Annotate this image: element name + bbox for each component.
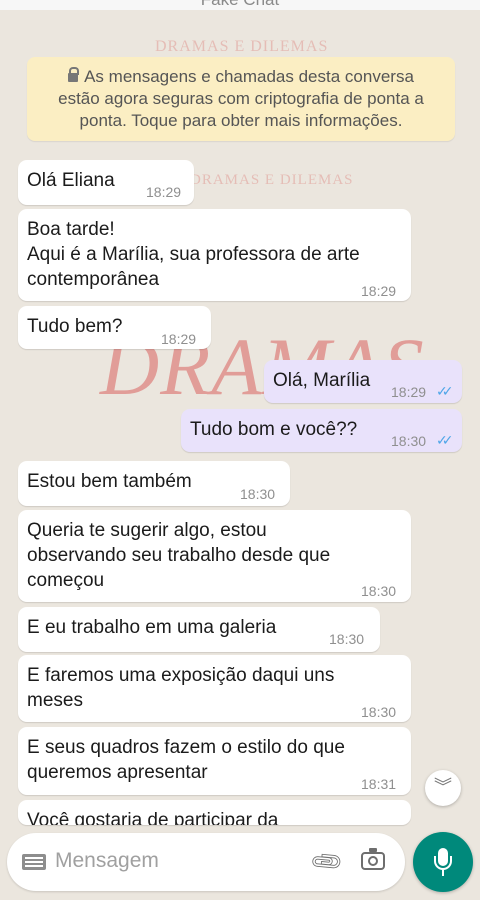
paperclip-icon[interactable]: 📎︎ xyxy=(308,843,346,881)
camera-icon[interactable] xyxy=(361,848,385,870)
message-text: E seus quadros fazem o estilo do que que… xyxy=(27,737,345,783)
message-bubble-outgoing[interactable]: Olá, Marília 18:29 ✓✓ xyxy=(264,360,462,403)
message-text: Tudo bom e você?? xyxy=(190,419,358,440)
watermark-text: DRAMAS E DILEMAS xyxy=(190,172,354,188)
message-bubble-incoming[interactable]: Você gostaria de participar da xyxy=(18,800,411,825)
message-text: Você gostaria de participar da xyxy=(27,810,279,825)
scroll-to-bottom-button[interactable]: ︾ xyxy=(425,770,461,806)
message-time: 18:30 xyxy=(240,486,276,502)
message-time: 18:30 xyxy=(391,433,427,449)
notice-line-3: ponta. Toque para obter mais informações… xyxy=(79,111,403,130)
message-composer[interactable]: Mensagem 📎︎ xyxy=(7,833,405,891)
message-bubble-incoming[interactable]: Tudo bem? 18:29 xyxy=(18,306,211,349)
chat-title: Fake Chat xyxy=(0,0,480,10)
message-text: Olá, Marília xyxy=(273,370,371,391)
message-time: 18:29 xyxy=(161,331,197,347)
message-text: Boa tarde! Aqui é a Marília, sua profess… xyxy=(27,219,360,290)
watermark-text: DRAMAS E DILEMAS xyxy=(155,38,329,55)
notice-line-2: estão agora seguras com criptografia de … xyxy=(58,89,424,108)
message-time: 18:29 xyxy=(146,184,182,200)
message-bubble-incoming[interactable]: Olá Eliana 18:29 xyxy=(18,160,194,205)
keyboard-icon[interactable] xyxy=(22,854,46,870)
message-time: 18:30 xyxy=(329,631,365,647)
double-chevron-down-icon: ︾ xyxy=(434,777,452,797)
message-text: E eu trabalho em uma galeria xyxy=(27,617,277,638)
message-bubble-incoming[interactable]: E eu trabalho em uma galeria 18:30 xyxy=(18,607,380,652)
double-check-icon: ✓✓ xyxy=(436,432,454,448)
app-header: Fake Chat xyxy=(0,0,480,10)
message-time: 18:31 xyxy=(361,776,397,792)
message-time: 18:29 xyxy=(391,384,427,400)
message-bubble-incoming[interactable]: E seus quadros fazem o estilo do que que… xyxy=(18,727,411,795)
message-bubble-incoming[interactable]: Queria te sugerir algo, estou observando… xyxy=(18,510,411,602)
lock-icon xyxy=(68,67,80,82)
message-bubble-outgoing[interactable]: Tudo bom e você?? 18:30 ✓✓ xyxy=(181,409,462,452)
message-text: E faremos uma exposição daqui uns meses xyxy=(27,665,335,711)
message-text: Olá Eliana xyxy=(27,170,115,191)
double-check-icon: ✓✓ xyxy=(436,383,454,399)
message-bubble-incoming[interactable]: Estou bem também 18:30 xyxy=(18,461,290,506)
encryption-notice[interactable]: As mensagens e chamadas desta conversa e… xyxy=(27,57,455,141)
notice-line-1: As mensagens e chamadas desta conversa xyxy=(84,67,414,86)
message-bubble-incoming[interactable]: Boa tarde! Aqui é a Marília, sua profess… xyxy=(18,209,411,301)
message-text: Queria te sugerir algo, estou observando… xyxy=(27,520,331,591)
message-time: 18:30 xyxy=(361,704,397,720)
message-time: 18:30 xyxy=(361,583,397,599)
message-time: 18:29 xyxy=(361,283,397,299)
message-text: Estou bem também xyxy=(27,471,192,492)
message-text: Tudo bem? xyxy=(27,316,123,337)
message-input[interactable]: Mensagem xyxy=(55,849,159,873)
message-bubble-incoming[interactable]: E faremos uma exposição daqui uns meses … xyxy=(18,655,411,722)
microphone-button[interactable] xyxy=(413,832,473,892)
